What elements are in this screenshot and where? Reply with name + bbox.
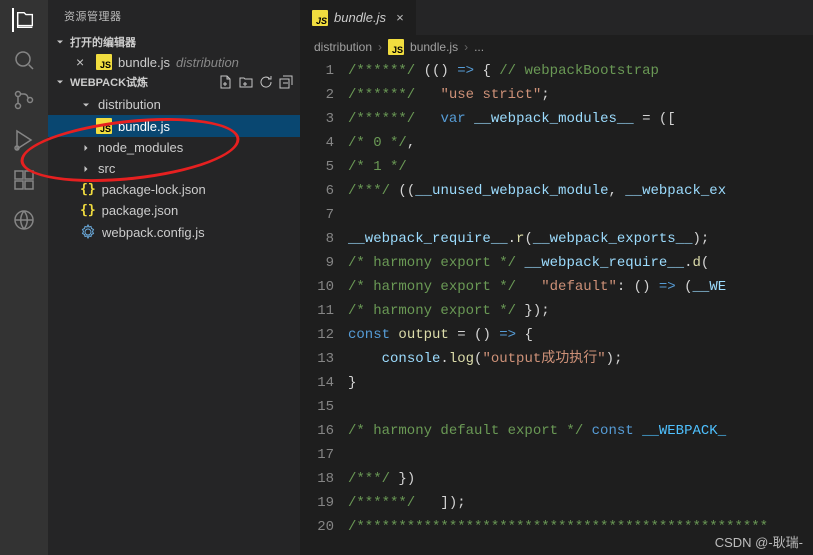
close-icon[interactable]: × [392,10,404,25]
editor-tabs: JS bundle.js × [300,0,813,35]
folder-item[interactable]: src [48,158,300,179]
run-debug-icon[interactable] [12,128,36,152]
chevron-down-icon [54,36,66,48]
refresh-icon[interactable] [258,74,274,90]
chevron-down-icon [54,76,66,88]
chevron-icon [80,142,92,154]
tree-item-label: distribution [98,97,161,112]
folder-item[interactable]: node_modules [48,137,300,158]
file-item[interactable]: {} package-lock.json [48,179,300,200]
js-icon: JS [312,10,328,26]
breadcrumb-folder[interactable]: distribution [314,40,372,54]
breadcrumbs[interactable]: distribution › JS bundle.js › ... [300,35,813,59]
chevron-icon [80,99,92,111]
project-header[interactable]: WEBPACK试炼 [48,72,300,92]
chevron-right-icon: › [464,40,468,54]
tree-item-label: bundle.js [118,119,170,134]
open-editors-header[interactable]: 打开的编辑器 [48,32,300,52]
gear-icon [80,224,96,240]
js-icon: JS [388,39,404,55]
sidebar-title: 资源管理器 [48,0,300,32]
js-icon: JS [96,118,112,134]
file-item[interactable]: JS bundle.js [48,115,300,137]
chevron-icon [80,163,92,175]
close-icon[interactable]: × [76,54,90,70]
collapse-all-icon[interactable] [278,74,294,90]
open-editor-item[interactable]: × JS bundle.js distribution [48,52,300,72]
activity-bar [0,0,48,555]
search-icon[interactable] [12,48,36,72]
json-icon: {} [80,182,96,197]
watermark: CSDN @-耿瑞- [715,532,803,551]
open-editors-label: 打开的编辑器 [70,34,136,50]
code-content[interactable]: /******/ (() => { // webpackBootstrap/**… [348,59,813,555]
extensions-icon[interactable] [12,168,36,192]
new-file-icon[interactable] [218,74,234,90]
source-control-icon[interactable] [12,88,36,112]
tree-item-label: package-lock.json [102,182,206,197]
tree-item-label: webpack.config.js [102,225,205,240]
open-editor-path: distribution [176,55,239,70]
open-editor-filename: bundle.js [118,55,170,70]
tree-item-label: src [98,161,115,176]
tree-item-label: node_modules [98,140,183,155]
explorer-icon[interactable] [12,8,36,32]
js-icon: JS [96,54,112,70]
project-name: WEBPACK试炼 [70,74,148,90]
new-folder-icon[interactable] [238,74,254,90]
tree-item-label: package.json [102,203,179,218]
remote-icon[interactable] [12,208,36,232]
explorer-sidebar: 资源管理器 打开的编辑器 × JS bundle.js distribution… [48,0,300,555]
code-editor[interactable]: 1234567891011121314151617181920 /******/… [300,59,813,555]
editor-area: JS bundle.js × distribution › JS bundle.… [300,0,813,555]
line-gutter: 1234567891011121314151617181920 [300,59,348,555]
chevron-right-icon: › [378,40,382,54]
breadcrumb-file[interactable]: bundle.js [410,40,458,54]
file-tree: distributionJSbundle.jsnode_modulessrc{}… [48,92,300,243]
breadcrumb-more[interactable]: ... [474,40,484,54]
file-item[interactable]: webpack.config.js [48,221,300,243]
tab-bundle-js[interactable]: JS bundle.js × [300,0,417,35]
file-item[interactable]: {} package.json [48,200,300,221]
folder-item[interactable]: distribution [48,94,300,115]
json-icon: {} [80,203,96,218]
tab-label: bundle.js [334,10,386,25]
